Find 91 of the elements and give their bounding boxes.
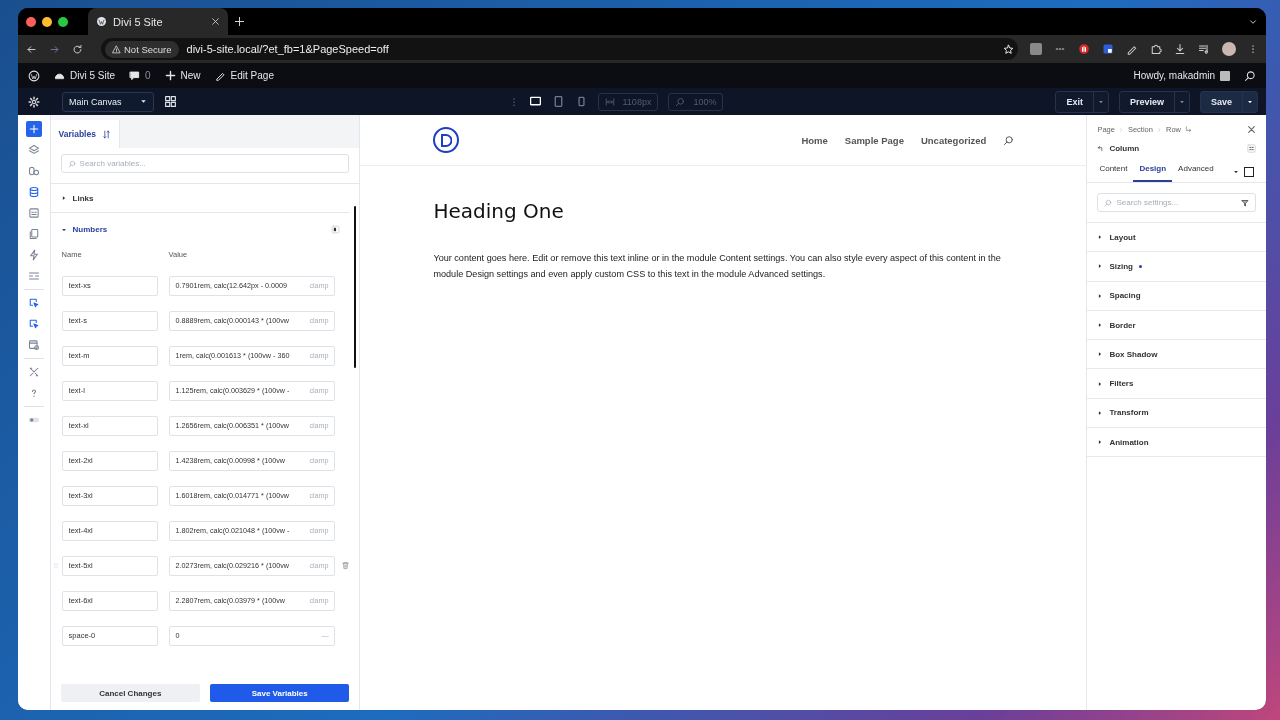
media-icon[interactable]: [1198, 43, 1210, 55]
site-link[interactable]: Divi 5 Site: [70, 70, 115, 81]
settings-group[interactable]: Box Shadow: [1087, 339, 1266, 369]
caret-right-icon: [1097, 380, 1104, 387]
download-icon[interactable]: [1174, 43, 1186, 55]
caret-right-icon: [1097, 263, 1104, 270]
extension-icon[interactable]: [1102, 43, 1114, 55]
canvas-dropdown[interactable]: Main Canvas: [62, 91, 154, 112]
settings-group[interactable]: Spacing: [1087, 280, 1266, 310]
cancel-button[interactable]: Cancel Changes: [60, 684, 200, 702]
close-window-button[interactable]: [26, 16, 36, 27]
comment-icon: [129, 70, 140, 81]
caret-icon: [139, 98, 147, 105]
filter-icon[interactable]: [1241, 198, 1249, 207]
edit-page-link[interactable]: Edit Page: [230, 70, 274, 81]
desktop-view-icon[interactable]: [528, 95, 542, 108]
wordpress-icon[interactable]: [28, 69, 40, 82]
security-chip[interactable]: Not Secure: [105, 40, 179, 58]
settings-group[interactable]: Animation: [1087, 427, 1266, 457]
settings-toggle-icon[interactable]: [1247, 144, 1256, 153]
search-icon: [67, 159, 76, 168]
search-field[interactable]: Search settings...: [1097, 193, 1256, 212]
settings-tab[interactable]: Content: [1093, 161, 1134, 182]
caret-right-icon: [1097, 292, 1104, 299]
new-tab-icon[interactable]: [234, 16, 245, 27]
profile-avatar[interactable]: [1222, 42, 1236, 56]
reload-icon[interactable]: [72, 43, 83, 55]
caret-right-icon: [60, 195, 67, 201]
search-icon: [675, 96, 686, 107]
nav-link[interactable]: Sample Page: [844, 134, 904, 146]
search-input[interactable]: Search variables...: [79, 159, 343, 168]
close-icon[interactable]: [1247, 125, 1256, 134]
forward-icon[interactable]: [49, 43, 60, 55]
element-title: Column: [1109, 144, 1140, 153]
settings-icon[interactable]: [28, 95, 40, 108]
body-paragraph: Your content goes here. Edit or remove this text inline or in the module Content settings. You can also style every aspect of this content in the module Design settings and even apply custom CSS to this text in the module Advanced settings.: [433, 252, 1002, 281]
new-link[interactable]: New: [180, 70, 201, 81]
search-icon: [1104, 198, 1113, 207]
browser-tab[interactable]: Divi 5 Site: [88, 8, 228, 35]
caret-icon[interactable]: [1233, 168, 1239, 175]
caret-right-icon: [1097, 409, 1104, 416]
chevron-right-icon: [1156, 126, 1162, 133]
group-header[interactable]: Links: [50, 184, 351, 212]
user-avatar: [1220, 70, 1230, 81]
wordpress-icon: [96, 16, 107, 27]
search-field[interactable]: Search variables...: [60, 154, 350, 173]
width-icon: [604, 96, 615, 107]
puzzle-icon[interactable]: [1150, 43, 1162, 55]
pencil-icon: [214, 70, 226, 81]
back-icon[interactable]: [26, 43, 37, 55]
square-icon[interactable]: [1244, 166, 1254, 177]
sort-icon: [101, 129, 111, 139]
save-variables-button[interactable]: Save Variables: [210, 684, 350, 702]
comments-count[interactable]: 0: [145, 70, 151, 81]
variables-tab[interactable]: Variables: [50, 120, 120, 148]
grid-icon[interactable]: [163, 95, 177, 108]
pen-icon[interactable]: [1126, 43, 1138, 55]
panel-icon: [331, 225, 341, 234]
add-button[interactable]: [25, 121, 42, 137]
nav-link[interactable]: Home: [801, 134, 828, 146]
dashboard-icon: [54, 70, 65, 81]
plus-icon: [164, 70, 176, 81]
settings-group[interactable]: Filters: [1087, 368, 1266, 398]
url-text[interactable]: divi-5-site.local/?et_fb=1&PageSpeed=off: [186, 43, 995, 55]
search-input[interactable]: Search settings...: [1116, 198, 1237, 207]
drag-handle-icon: [52, 561, 59, 570]
settings-group[interactable]: Layout: [1087, 222, 1266, 252]
warning-icon: [112, 44, 121, 54]
caret-down-icon: [60, 226, 67, 233]
caret-right-icon: [1097, 322, 1104, 329]
caret-right-icon: [1097, 351, 1104, 358]
return-icon: [1185, 126, 1192, 133]
nav-link[interactable]: Uncategorized: [920, 134, 987, 146]
settings-tab[interactable]: Advanced: [1172, 161, 1220, 182]
chevron-right-icon: [1118, 126, 1124, 133]
caret-right-icon: [1097, 439, 1104, 446]
settings-group[interactable]: Sizing: [1087, 251, 1266, 281]
howdy-link[interactable]: Howdy, makadmin: [1133, 70, 1215, 81]
caret-icon[interactable]: [1247, 98, 1253, 105]
settings-tab[interactable]: Design: [1133, 161, 1173, 182]
group-header[interactable]: Numbers: [50, 212, 351, 246]
search-icon[interactable]: [1244, 69, 1256, 82]
extension-icon[interactable]: [1078, 43, 1090, 55]
minimize-window-button[interactable]: [42, 16, 52, 27]
page-heading: Heading One: [433, 199, 565, 223]
caret-right-icon: [1097, 234, 1104, 241]
settings-group[interactable]: Border: [1087, 309, 1266, 340]
settings-group[interactable]: Transform: [1087, 397, 1266, 428]
zoom-window-button[interactable]: [58, 16, 68, 27]
logo-icon[interactable]: [433, 127, 460, 153]
star-icon[interactable]: [1003, 43, 1014, 55]
